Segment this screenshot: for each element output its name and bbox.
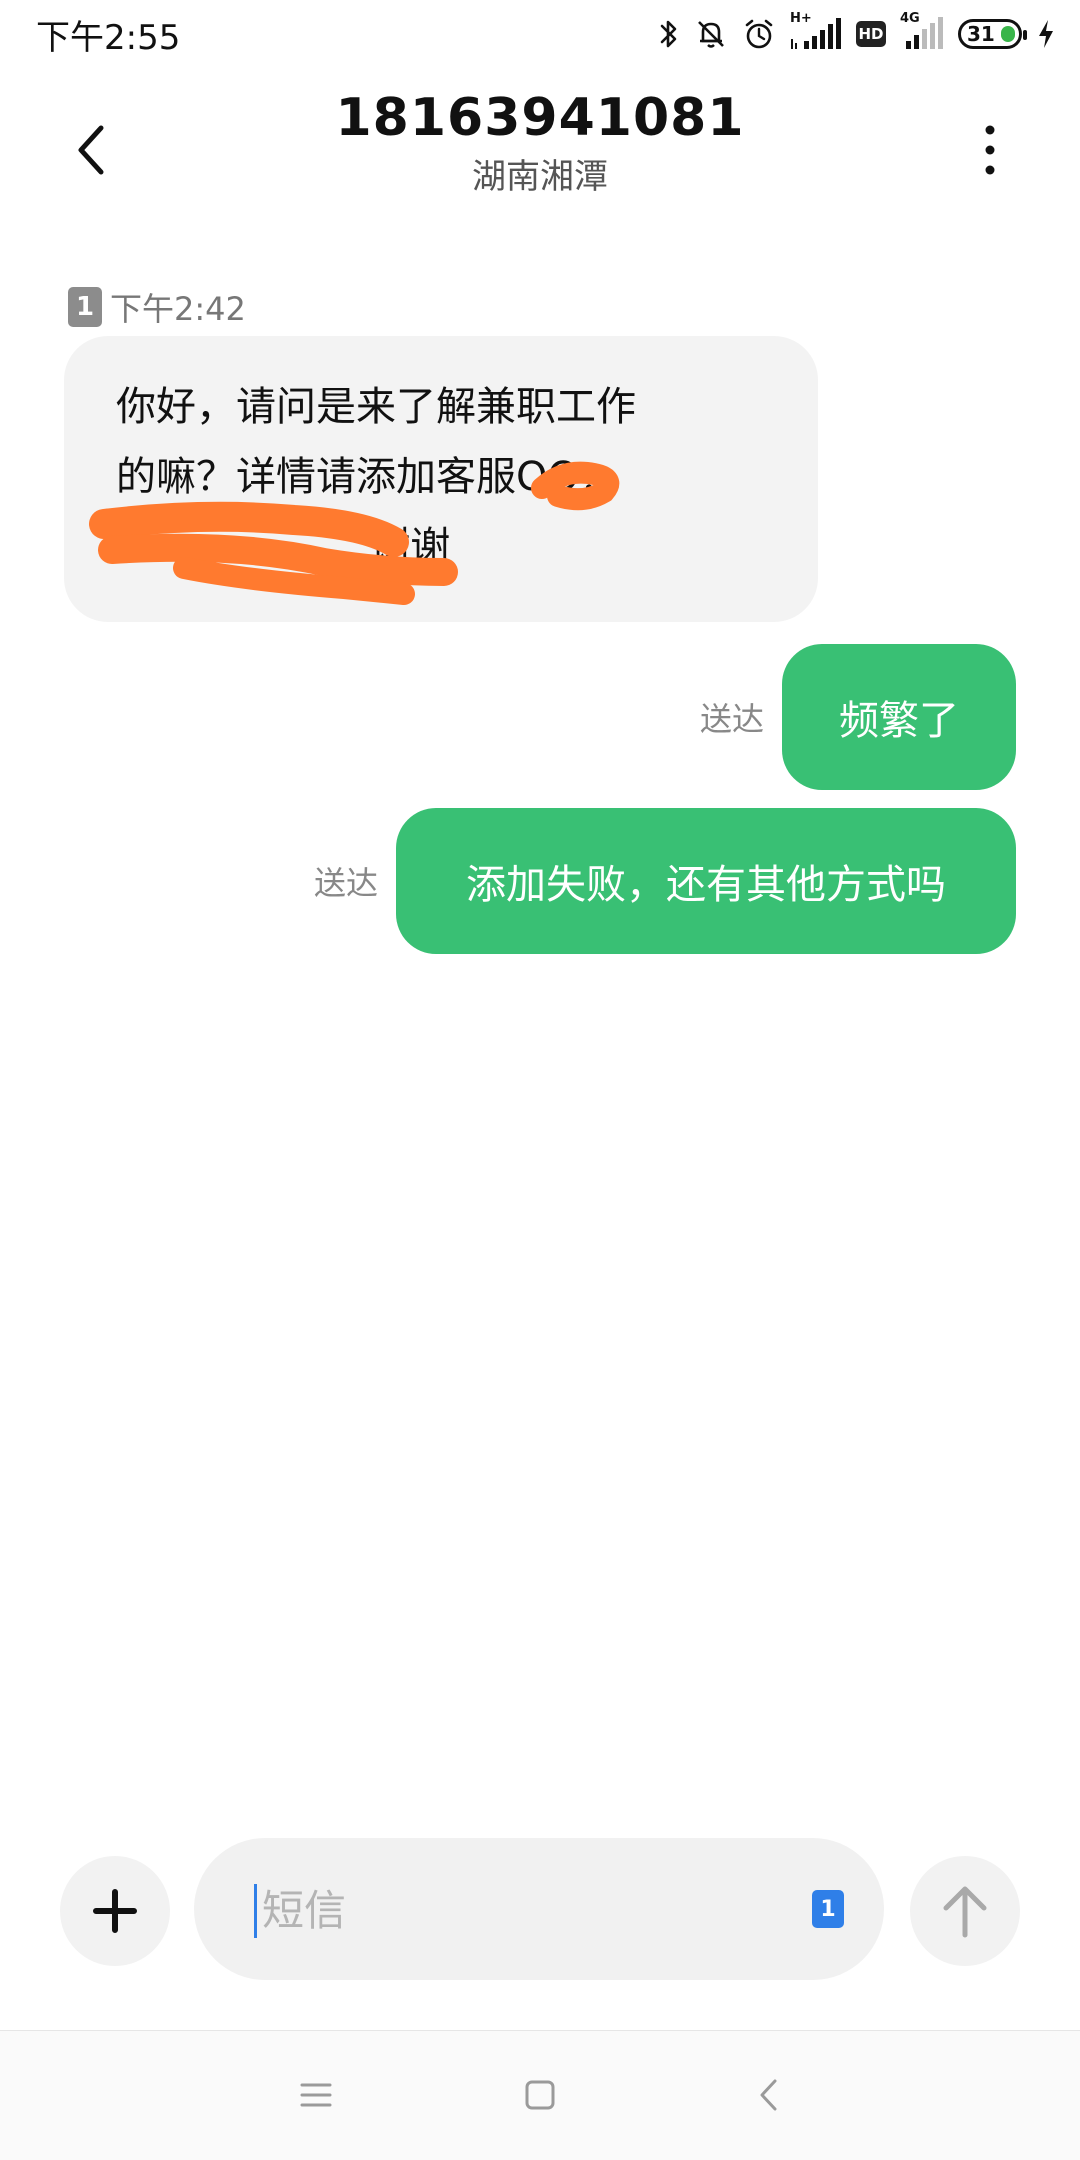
home-square-icon <box>525 2080 555 2110</box>
delivery-status: 送达 <box>699 700 764 738</box>
signal-icon: H+ <box>790 11 842 51</box>
alarm-icon <box>742 17 776 51</box>
notifications-off-icon <box>694 17 728 51</box>
sim-slot-badge: 1 <box>68 287 102 327</box>
send-button[interactable] <box>910 1856 1020 1966</box>
status-time: 下午2:55 <box>36 18 181 58</box>
charging-icon <box>1036 18 1056 50</box>
status-icons: H+ HD 4G 31 <box>658 11 1056 56</box>
outgoing-message-text: 频繁了 <box>839 698 959 744</box>
network-type-2-label: 4G <box>900 11 920 26</box>
outgoing-message-row: 送达 添加失败，还有其他方式吗 <box>314 808 1016 954</box>
plus-icon <box>93 1889 137 1933</box>
battery-icon: 31 <box>958 19 1027 49</box>
redaction-scribble <box>89 461 620 605</box>
composer: 1 <box>0 1838 1080 1984</box>
back-chevron-icon <box>760 2079 777 2111</box>
incoming-message-bubble[interactable]: 你好，请问是来了解兼职工作 的嘛？详情请添加客服QQ： 谢谢 <box>64 336 818 622</box>
signal-4g-icon: 4G <box>900 11 944 51</box>
message-meta: 1 下午2:42 <box>68 284 246 330</box>
attach-button[interactable] <box>60 1856 170 1966</box>
sms-input-box[interactable]: 1 <box>194 1838 884 1980</box>
bluetooth-icon <box>658 17 680 51</box>
text-caret <box>254 1884 257 1938</box>
hd-icon: HD <box>856 21 886 47</box>
more-options-button[interactable] <box>960 110 1020 190</box>
home-button[interactable] <box>510 2065 570 2125</box>
delivery-status: 送达 <box>313 864 378 902</box>
system-nav-bar <box>0 2031 1080 2160</box>
contact-location: 湖南湘潭 <box>472 157 608 198</box>
conversation-header: 18163941081 湖南湘潭 <box>0 80 1080 210</box>
status-bar: 下午2:55 H+ HD 4G 31 <box>0 0 1080 70</box>
outgoing-message-bubble[interactable]: 添加失败，还有其他方式吗 <box>396 808 1016 954</box>
sms-input[interactable] <box>260 1878 764 1942</box>
network-type-label: H+ <box>790 11 812 26</box>
outgoing-message-text: 添加失败，还有其他方式吗 <box>466 862 946 908</box>
sim-select-button[interactable]: 1 <box>812 1890 844 1928</box>
message-time: 下午2:42 <box>110 290 246 328</box>
recent-apps-button[interactable] <box>286 2065 346 2125</box>
outgoing-message-row: 送达 频繁了 <box>700 644 1016 790</box>
arrow-up-icon <box>943 1886 987 1938</box>
contact-number: 18163941081 <box>335 88 745 148</box>
outgoing-message-bubble[interactable]: 频繁了 <box>782 644 1016 790</box>
system-back-button[interactable] <box>738 2065 798 2125</box>
more-vertical-icon <box>985 125 995 175</box>
menu-icon <box>300 2083 332 2107</box>
battery-level: 31 <box>967 22 995 46</box>
title-block: 18163941081 湖南湘潭 <box>0 88 1080 198</box>
